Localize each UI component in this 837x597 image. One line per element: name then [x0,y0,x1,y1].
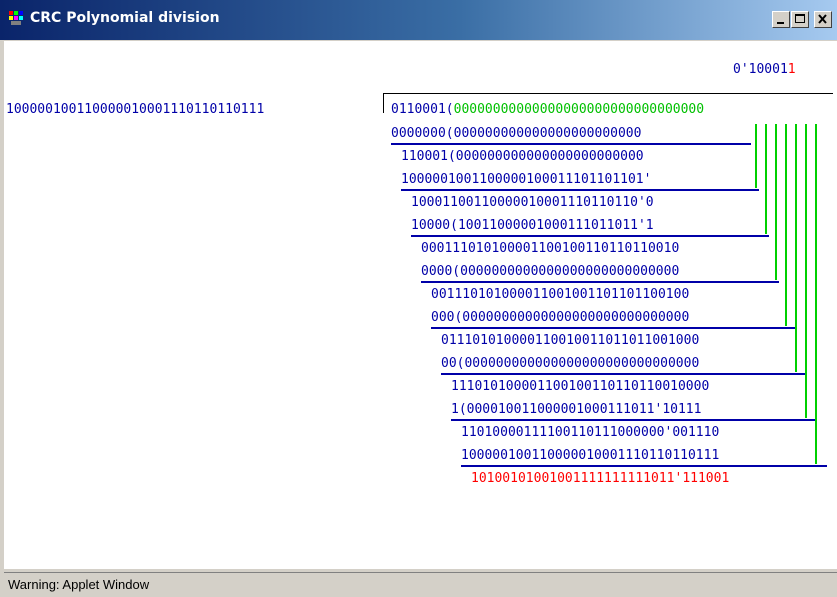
division-bracket-side [383,93,384,113]
window-title: CRC Polynomial division [30,10,220,26]
dividend-bits: 0110001( [391,102,454,117]
applet-window: CRC Polynomial division 0'100011 1000001… [0,0,837,597]
division-canvas: 0'100011 1000001001100000100011101101101… [4,41,837,569]
quotient-last-bit: 1 [787,62,796,77]
division-row: 000111010100001100100110110110010 [421,241,680,256]
close-icon [818,14,827,24]
bring-down-line [765,124,767,234]
subtraction-line [411,235,769,237]
bring-down-line [785,124,787,326]
division-bracket-top [383,93,833,94]
subtraction-line [461,465,827,467]
division-row: 1000001001100000100011101101101' [401,172,652,187]
division-row: 0000000(000000000000000000000000 [391,126,642,141]
minimize-icon [777,22,784,24]
division-row: 001110101000011001001101101100100 [431,287,690,302]
division-row: 011101010000110010011011011001000 [441,333,700,348]
division-row: 10000(10011000001000111011011'1 [411,218,654,233]
bring-down-line [775,124,777,280]
bring-down-line [805,124,807,418]
division-row: 100000100110000010001110110110111 [461,448,720,463]
division-row: 110001(000000000000000000000000 [401,149,644,164]
division-row: 1(000010011000001000111011'10111 [451,402,702,417]
dividend: 0110001(00000000000000000000000000000000 [391,101,704,119]
minimize-button[interactable] [772,11,790,28]
title-bar[interactable]: CRC Polynomial division [0,0,837,40]
subtraction-line [391,143,751,145]
subtraction-line [441,373,807,375]
bring-down-line [755,124,757,188]
division-row: 111010100001100100110110110010000 [451,379,710,394]
status-text: Warning: Applet Window [8,577,150,592]
remainder: 10100101001001111111111011'111001 [471,471,730,486]
status-bar: Warning: Applet Window [4,572,837,597]
division-row: 0000(0000000000000000000000000000 [421,264,680,279]
quotient-main: 10001 [748,62,788,77]
maximize-button[interactable] [791,11,809,28]
subtraction-line [421,281,779,283]
close-button[interactable] [814,11,832,28]
quotient-prefix: 0 [733,62,741,77]
subtraction-line [451,419,817,421]
quotient-mark: ' [740,62,749,77]
bring-down-line [815,124,817,464]
division-row: 00(000000000000000000000000000000 [441,356,700,371]
divisor: 100000100110000010001110110110111 [6,102,265,117]
maximize-icon [795,14,805,23]
dividend-padding: 00000000000000000000000000000000 [453,102,705,117]
subtraction-line [431,327,797,329]
division-row: 11010000111100110111000000'001110 [461,425,720,440]
division-row: 10001100110000010001110110110'0 [411,195,654,210]
division-row: 000(00000000000000000000000000000 [431,310,690,325]
bring-down-line [795,124,797,372]
quotient: 0'100011 [733,61,796,79]
java-applet-icon [9,11,23,25]
subtraction-line [401,189,759,191]
